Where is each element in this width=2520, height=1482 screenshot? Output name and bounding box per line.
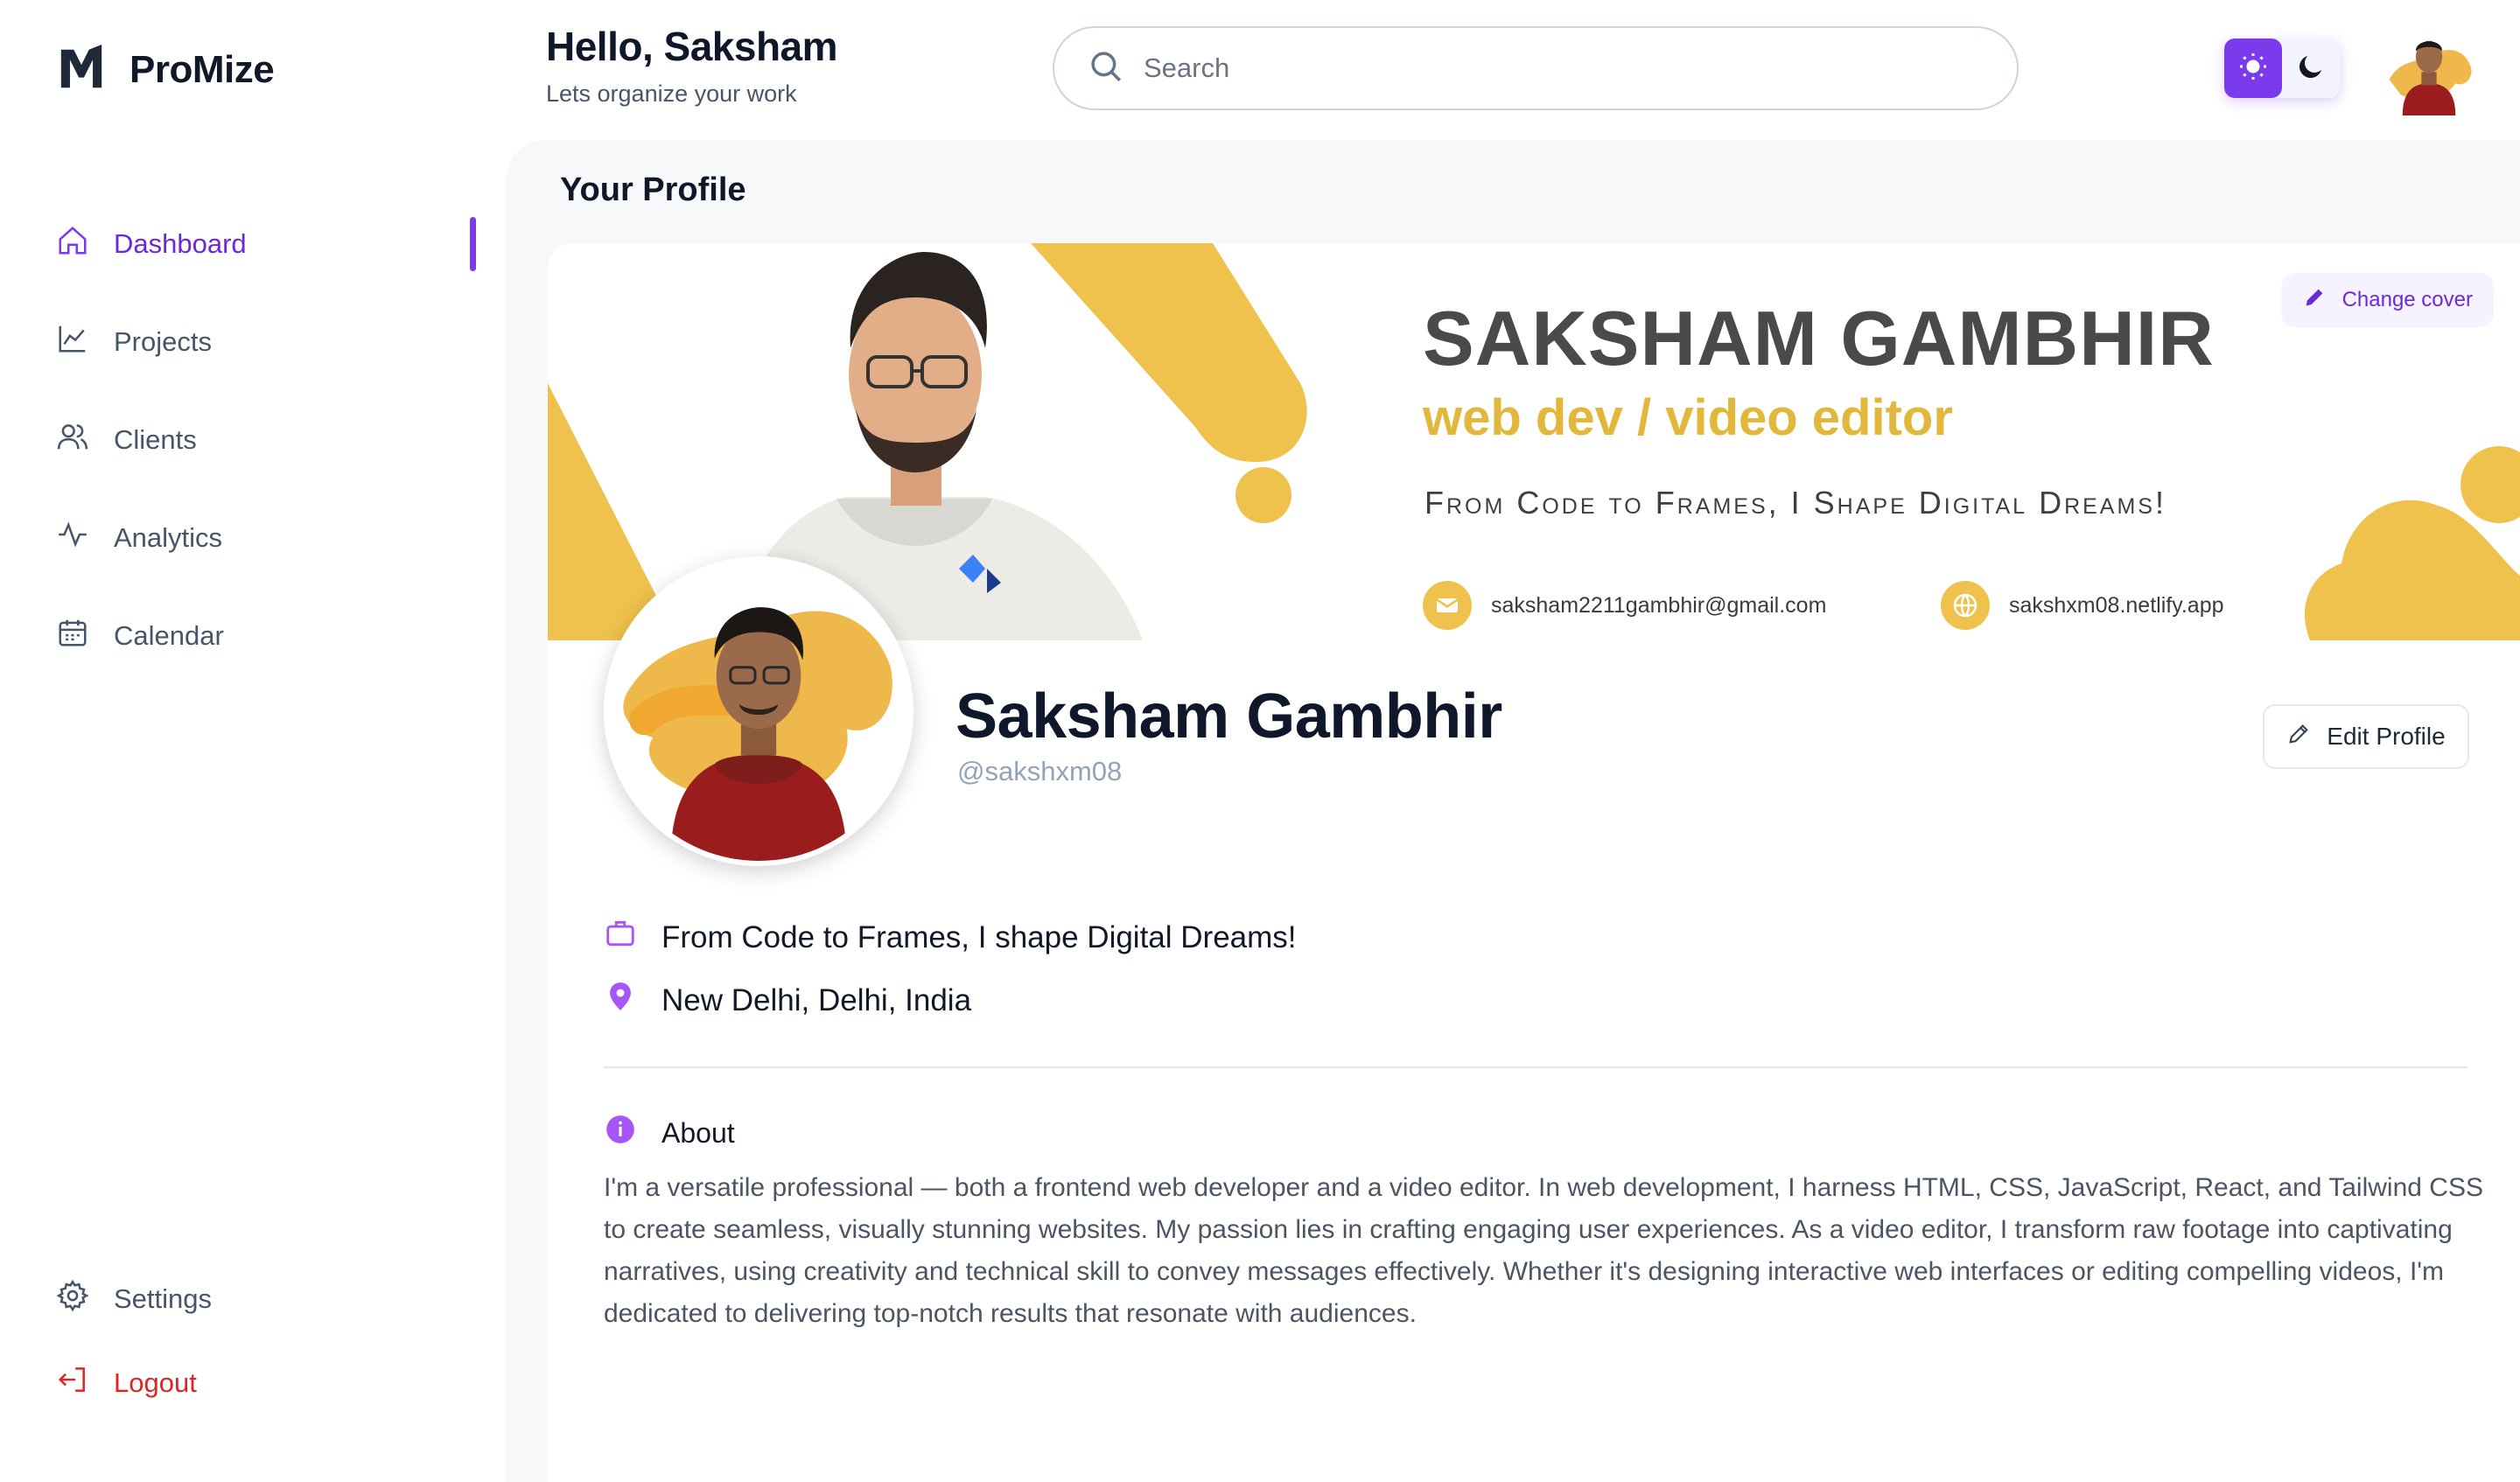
greeting: Hello, Saksham Lets organize your work [546, 23, 838, 108]
user-avatar[interactable] [2382, 21, 2476, 115]
change-cover-label: Change cover [2342, 288, 2473, 311]
dark-mode-button[interactable] [2282, 38, 2340, 98]
about-label: About [662, 1116, 735, 1149]
sidebar-item-logout[interactable]: Logout [0, 1353, 508, 1414]
sidebar-item-projects[interactable]: Projects [0, 311, 508, 373]
search-bar[interactable] [1053, 26, 2019, 110]
promize-logo-icon [56, 42, 107, 97]
headline-text: From Code to Frames, I shape Digital Dre… [662, 919, 1297, 954]
sidebar-nav: Dashboard Projects Clients Analytics Cal… [0, 213, 508, 703]
greeting-title: Hello, Saksham [546, 24, 838, 69]
sidebar-item-label: Clients [114, 424, 197, 455]
sidebar-item-label: Calendar [114, 620, 224, 651]
profile-headline: From Code to Frames, I shape Digital Dre… [604, 917, 1297, 958]
brand[interactable]: ProMize [56, 42, 275, 97]
pencil-icon [2302, 285, 2327, 316]
home-icon [56, 224, 89, 264]
edit-profile-label: Edit Profile [2327, 723, 2446, 750]
sidebar-item-dashboard[interactable]: Dashboard [0, 213, 508, 275]
sidebar-bottom-nav: Settings Logout [0, 1269, 508, 1437]
change-cover-button[interactable]: Change cover [2280, 273, 2494, 327]
cover-website: sakshxm08.netlify.app [1941, 581, 2224, 630]
briefcase-icon [604, 917, 637, 958]
profile-location: New Delhi, Delhi, India [604, 980, 971, 1021]
chart-line-icon [56, 322, 89, 362]
theme-toggle[interactable] [2224, 38, 2340, 98]
about-text: I'm a versatile professional — both a fr… [604, 1173, 2483, 1328]
info-icon [604, 1113, 637, 1153]
users-icon [56, 420, 89, 460]
cover-email-text: saksham2211gambhir@gmail.com [1491, 592, 1827, 618]
location-text: New Delhi, Delhi, India [662, 982, 972, 1017]
cover-role: web dev / video editor [1423, 389, 1953, 446]
profile-avatar[interactable] [604, 556, 914, 866]
cover-tagline: From Code to Frames, I Shape Digital Dre… [1424, 485, 2166, 521]
sidebar-item-clients[interactable]: Clients [0, 409, 508, 471]
brand-name: ProMize [130, 47, 275, 91]
search-input[interactable] [1144, 52, 1931, 84]
globe-icon [1941, 581, 1990, 630]
page-title: Your Profile [560, 171, 746, 208]
gear-icon [56, 1279, 89, 1319]
pencil-icon [2286, 722, 2311, 752]
sidebar-item-analytics[interactable]: Analytics [0, 507, 508, 569]
light-mode-button[interactable] [2224, 38, 2282, 98]
moon-icon [2295, 51, 2327, 87]
location-pin-icon [604, 980, 637, 1021]
logout-icon [56, 1363, 89, 1403]
sidebar-item-label: Settings [114, 1283, 213, 1314]
divider [604, 1066, 2468, 1068]
sun-icon [2237, 51, 2269, 87]
calendar-icon [56, 616, 89, 656]
sidebar: ProMize Dashboard Projects Clients Analy… [0, 0, 508, 1482]
sidebar-item-label: Dashboard [114, 228, 247, 259]
profile-card: SAKSHAM GAMBHIR web dev / video editor F… [548, 243, 2520, 1482]
main-content: Your Profile SAKSHAM GAMBHIR web dev / v… [506, 140, 2520, 1482]
cover-email: saksham2211gambhir@gmail.com [1423, 581, 1826, 630]
profile-handle: @sakshxm08 [957, 756, 1123, 786]
sidebar-item-label: Analytics [114, 522, 223, 553]
mail-icon [1423, 581, 1472, 630]
sidebar-item-settings[interactable]: Settings [0, 1269, 508, 1330]
sidebar-item-label: Projects [114, 326, 212, 357]
sidebar-item-label: Logout [114, 1367, 197, 1398]
profile-cover: SAKSHAM GAMBHIR web dev / video editor F… [548, 243, 2520, 640]
profile-name: Saksham Gambhir [956, 682, 1502, 751]
greeting-subtitle: Lets organize your work [546, 80, 797, 107]
search-icon [1088, 48, 1124, 89]
about-heading: About [604, 1113, 735, 1153]
edit-profile-button[interactable]: Edit Profile [2263, 704, 2469, 769]
cover-website-text: sakshxm08.netlify.app [2009, 592, 2224, 618]
sidebar-item-calendar[interactable]: Calendar [0, 605, 508, 667]
cover-name: SAKSHAM GAMBHIR [1423, 295, 2215, 381]
activity-icon [56, 518, 89, 558]
